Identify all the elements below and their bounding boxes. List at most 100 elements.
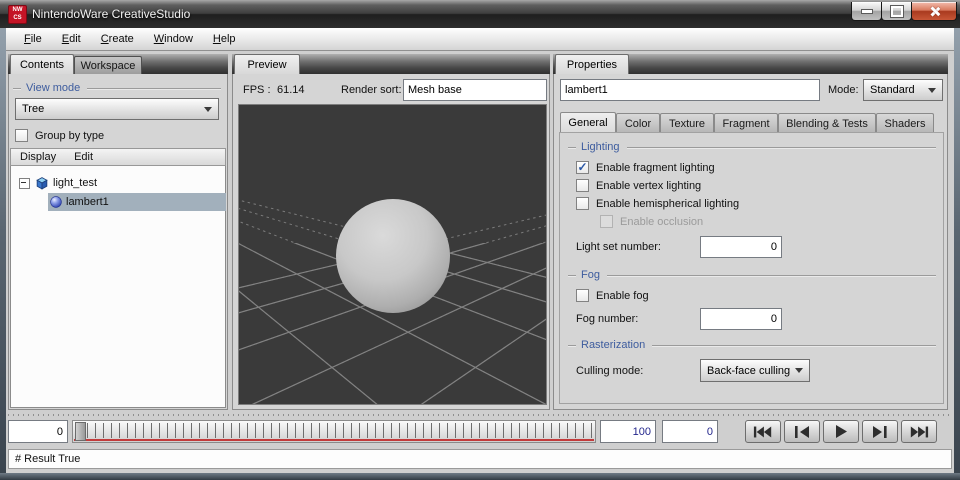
- menu-edit[interactable]: Edit: [52, 30, 91, 48]
- view-mode-value: Tree: [22, 103, 44, 115]
- app-logo-top: NW: [9, 6, 26, 14]
- tree-menu-edit[interactable]: Edit: [65, 149, 102, 165]
- render-sort-value: Mesh base: [408, 84, 462, 96]
- preview-sphere: [336, 199, 450, 313]
- step-forward-button[interactable]: [862, 420, 898, 443]
- tab-preview[interactable]: Preview: [234, 54, 300, 75]
- fog-number-field[interactable]: 0: [700, 308, 782, 330]
- fog-header: Fog: [568, 269, 936, 281]
- enable-vertex-lighting-label: Enable vertex lighting: [596, 180, 701, 192]
- collapse-icon[interactable]: [19, 178, 30, 189]
- tab-texture-label: Texture: [669, 118, 705, 130]
- menu-file[interactable]: File: [14, 30, 52, 48]
- tab-general[interactable]: General: [560, 112, 616, 133]
- tab-fragment-label: Fragment: [722, 118, 769, 130]
- window-frame-left: [0, 28, 6, 480]
- lighting-header: Lighting: [568, 141, 936, 153]
- enable-vertex-lighting-row[interactable]: Enable vertex lighting: [576, 179, 701, 192]
- render-sort-field[interactable]: Mesh base: [403, 79, 547, 101]
- menu-create[interactable]: Create: [91, 30, 144, 48]
- light-set-number-value: 0: [771, 241, 777, 253]
- tree-child-label: lambert1: [66, 196, 109, 208]
- fog-number-label: Fog number:: [576, 313, 638, 325]
- loop-count-field[interactable]: 0: [662, 420, 718, 443]
- view-mode-header: View mode: [13, 82, 221, 94]
- tab-shaders-label: Shaders: [885, 118, 926, 130]
- status-text: # Result True: [15, 453, 80, 465]
- menu-bar: File Edit Create Window Help: [6, 28, 954, 51]
- tab-shaders[interactable]: Shaders: [876, 113, 934, 133]
- enable-hemispherical-lighting-checkbox[interactable]: [576, 197, 589, 210]
- window-frame-bottom: [0, 473, 960, 480]
- enable-fragment-lighting-row[interactable]: Enable fragment lighting: [576, 161, 715, 174]
- tab-fragment[interactable]: Fragment: [714, 113, 778, 133]
- menu-help[interactable]: Help: [203, 30, 246, 48]
- culling-mode-select[interactable]: Back-face culling: [700, 359, 810, 382]
- tab-preview-label: Preview: [247, 59, 286, 71]
- enable-fragment-lighting-label: Enable fragment lighting: [596, 162, 715, 174]
- current-frame-field[interactable]: 0: [8, 420, 68, 443]
- horizontal-splitter[interactable]: [8, 414, 952, 416]
- tab-contents-label: Contents: [20, 59, 64, 71]
- status-bar: # Result True: [8, 449, 952, 469]
- enable-fog-row[interactable]: Enable fog: [576, 289, 649, 302]
- play-button[interactable]: [823, 420, 859, 443]
- group-by-type-row[interactable]: Group by type: [15, 129, 104, 142]
- mode-value: Standard: [870, 84, 915, 96]
- enable-fog-checkbox[interactable]: [576, 289, 589, 302]
- tab-texture[interactable]: Texture: [660, 113, 714, 133]
- material-name-field[interactable]: lambert1: [560, 79, 820, 101]
- material-name-value: lambert1: [565, 84, 608, 96]
- mode-select[interactable]: Standard: [863, 79, 943, 101]
- tree-row-lambert1[interactable]: lambert1: [48, 193, 226, 211]
- enable-vertex-lighting-checkbox[interactable]: [576, 179, 589, 192]
- close-icon: [929, 6, 940, 17]
- view-mode-select[interactable]: Tree: [15, 98, 219, 120]
- skip-to-end-button[interactable]: [901, 420, 937, 443]
- skip-to-start-button[interactable]: [745, 420, 781, 443]
- close-button[interactable]: [911, 2, 957, 21]
- mode-label: Mode:: [828, 84, 859, 96]
- tab-blending-tests[interactable]: Blending & Tests: [778, 113, 876, 133]
- enable-occlusion-row: Enable occlusion: [600, 215, 703, 228]
- frame-slider[interactable]: [72, 420, 596, 443]
- tab-workspace[interactable]: Workspace: [74, 56, 142, 75]
- app-logo-icon: NW CS: [8, 5, 27, 24]
- skip-to-end-icon: [909, 426, 929, 438]
- rasterization-header: Rasterization: [568, 339, 936, 351]
- menu-window[interactable]: Window: [144, 30, 203, 48]
- render-sort-label: Render sort:: [341, 84, 402, 96]
- chevron-down-icon: [795, 368, 803, 377]
- end-frame-field[interactable]: 100: [600, 420, 656, 443]
- tab-properties[interactable]: Properties: [555, 54, 629, 75]
- step-back-button[interactable]: [784, 420, 820, 443]
- tree-row-light-test[interactable]: light_test: [19, 174, 97, 192]
- chevron-down-icon: [928, 88, 936, 97]
- restore-button[interactable]: [881, 2, 912, 21]
- enable-fragment-lighting-checkbox[interactable]: [576, 161, 589, 174]
- enable-occlusion-checkbox: [600, 215, 613, 228]
- slider-handle[interactable]: [75, 422, 86, 441]
- app-window: NW CS NintendoWare CreativeStudio File E…: [0, 0, 960, 480]
- current-frame-value: 0: [57, 426, 63, 438]
- window-frame-right: [954, 28, 960, 480]
- fog-number-value: 0: [771, 313, 777, 325]
- slider-range-bar: [74, 439, 594, 441]
- general-tab-page: Lighting Enable fragment lighting Enable…: [559, 132, 944, 404]
- minimize-button[interactable]: [851, 2, 882, 21]
- fps-value: 61.14: [277, 84, 305, 96]
- enable-hemispherical-lighting-row[interactable]: Enable hemispherical lighting: [576, 197, 739, 210]
- tab-color[interactable]: Color: [616, 113, 660, 133]
- light-set-number-field[interactable]: 0: [700, 236, 782, 258]
- slider-ticks: [87, 423, 592, 438]
- viewport-3d[interactable]: [238, 104, 547, 405]
- tree-menu-display[interactable]: Display: [11, 149, 65, 165]
- tab-contents[interactable]: Contents: [10, 54, 74, 75]
- play-icon: [834, 425, 848, 438]
- scene-tree: light_test lambert1: [10, 166, 226, 408]
- enable-occlusion-label: Enable occlusion: [620, 216, 703, 228]
- group-by-type-checkbox[interactable]: [15, 129, 28, 142]
- view-mode-header-label: View mode: [26, 82, 80, 94]
- fps-label: FPS :: [243, 84, 271, 96]
- enable-fog-label: Enable fog: [596, 290, 649, 302]
